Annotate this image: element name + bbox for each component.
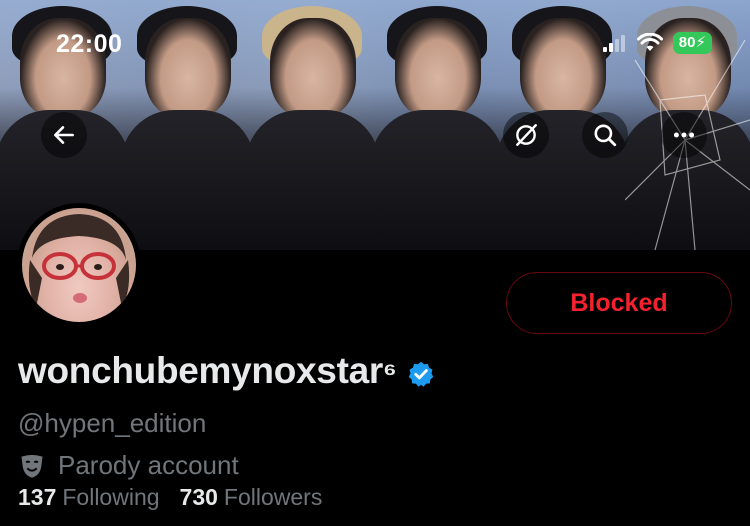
back-button[interactable] <box>41 112 87 158</box>
back-arrow-icon <box>54 126 74 144</box>
battery-charging-icon: 80⚡ <box>672 32 712 54</box>
search-icon <box>594 124 617 147</box>
banner-figure-2 <box>120 0 255 250</box>
followers-label: Followers <box>223 484 323 510</box>
more-button[interactable] <box>661 112 707 158</box>
following-link[interactable]: 137 Following <box>18 484 160 511</box>
profile-avatar[interactable] <box>17 203 141 327</box>
theater-masks-icon <box>21 454 43 478</box>
verified-badge-icon[interactable] <box>407 360 435 388</box>
follow-stats: 137 Following 730 Followers <box>18 484 322 511</box>
banner-figure-3 <box>245 0 380 250</box>
grok-icon <box>516 124 537 146</box>
avatar-image <box>22 208 136 322</box>
parody-label-row: Parody account <box>18 450 239 481</box>
followers-count: 730 <box>179 484 218 510</box>
signal-icon <box>602 35 625 52</box>
following-count: 137 <box>18 484 57 510</box>
search-button[interactable] <box>582 112 628 158</box>
blocked-button[interactable]: Blocked <box>506 272 732 334</box>
more-icon <box>673 132 695 138</box>
following-label: Following <box>62 484 160 510</box>
wifi-icon <box>636 33 663 51</box>
parody-label: Parody account <box>58 450 239 480</box>
battery-level: 80 <box>678 34 696 51</box>
profile-handle: @hypen_edition <box>18 408 207 438</box>
status-time: 22:00 <box>56 30 123 58</box>
display-name: wonchubemynoxstar⁶ <box>18 350 397 391</box>
followers-link[interactable]: 730 Followers <box>180 484 323 511</box>
grok-button[interactable] <box>503 112 549 158</box>
status-icons: 80⚡ <box>602 32 712 54</box>
banner-figure-4 <box>370 0 505 250</box>
display-name-row: wonchubemynoxstar⁶ <box>18 350 435 392</box>
